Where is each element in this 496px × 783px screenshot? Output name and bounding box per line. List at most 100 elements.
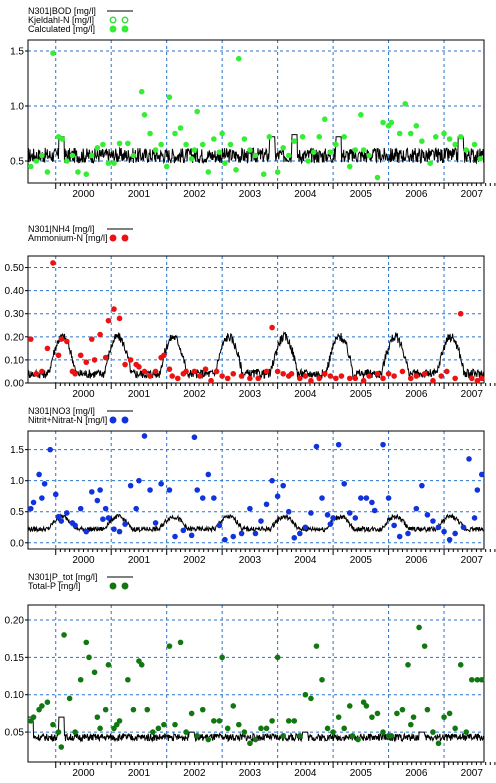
data-point — [327, 521, 334, 527]
data-point — [94, 145, 101, 151]
data-point — [405, 530, 411, 537]
data-point — [297, 733, 303, 739]
data-point — [183, 141, 189, 148]
data-point — [230, 533, 237, 540]
x-tick-label: 2004 — [294, 768, 317, 779]
data-point — [321, 116, 328, 122]
data-point — [258, 725, 264, 732]
data-point — [100, 141, 106, 148]
data-point — [366, 373, 372, 379]
data-point — [125, 140, 131, 147]
data-point — [77, 505, 84, 512]
y-tick-label: 0.40 — [5, 286, 25, 297]
data-point — [341, 725, 348, 732]
y-tick-label: 0.30 — [5, 309, 25, 320]
data-point — [269, 477, 275, 484]
chart-panel-1: 0.5 1.0 1.5 2000 2001 2002 2003 2004 2005 2006 200… — [10, 6, 496, 200]
chart-panel-4: 0.05 0.10 0.15 0.20 2000 2001 2002 2003 2004 2005… — [5, 572, 496, 779]
data-point — [47, 446, 53, 453]
data-point — [374, 710, 381, 717]
data-point — [363, 495, 370, 501]
data-point — [316, 134, 323, 140]
data-point — [174, 375, 181, 382]
data-point — [396, 533, 403, 540]
x-tick-label: 2002 — [183, 189, 206, 200]
data-point — [230, 703, 237, 709]
data-point — [194, 733, 200, 739]
data-point — [446, 136, 453, 142]
data-point — [427, 160, 433, 166]
data-point — [219, 130, 225, 137]
data-point — [111, 160, 117, 166]
data-point — [280, 370, 286, 377]
data-point — [471, 141, 478, 148]
data-point — [177, 125, 184, 131]
data-point — [199, 495, 206, 501]
axis-frame — [27, 255, 485, 384]
data-point — [39, 703, 45, 709]
data-point — [64, 158, 70, 164]
data-point — [471, 515, 478, 521]
data-point — [147, 487, 153, 493]
data-point — [41, 480, 48, 487]
data-point — [430, 377, 436, 384]
data-point — [374, 370, 381, 377]
data-point — [421, 370, 428, 377]
data-point — [374, 174, 381, 181]
data-point — [39, 495, 45, 501]
data-point — [116, 718, 123, 724]
chart-panel-2: 0.00 0.10 0.20 0.30 0.40 0.50 2000 2001 2002 2003… — [5, 224, 496, 400]
data-point — [83, 359, 90, 366]
y-tick-label: 0.10 — [5, 355, 25, 366]
data-point — [388, 733, 395, 739]
y-tick-label: 0.15 — [5, 653, 25, 664]
y-tick-label: 1.0 — [10, 102, 24, 113]
data-point — [202, 366, 209, 372]
data-point — [91, 357, 98, 363]
data-point — [130, 706, 137, 713]
data-point — [355, 736, 361, 743]
data-point — [102, 706, 109, 713]
x-tick-label: 2007 — [461, 768, 484, 779]
data-point — [199, 141, 206, 148]
data-point — [366, 152, 372, 159]
x-tick-label: 2004 — [294, 189, 317, 200]
data-point — [97, 725, 103, 732]
series-line — [27, 331, 485, 380]
x-tick-label: 2005 — [350, 555, 373, 566]
data-point — [380, 441, 386, 448]
data-point — [258, 518, 264, 524]
x-tick-label: 2002 — [183, 389, 206, 400]
data-point — [152, 147, 159, 153]
y-tick-label: 0.20 — [5, 332, 25, 343]
data-point — [324, 725, 331, 732]
data-point — [255, 375, 262, 382]
legend-marker — [109, 416, 117, 424]
data-point — [446, 710, 453, 717]
data-point — [280, 733, 286, 739]
data-point — [59, 136, 66, 142]
y-tick-label: 0.5 — [10, 157, 24, 168]
legend-marker — [109, 25, 117, 33]
data-point — [352, 147, 359, 153]
data-point — [211, 718, 217, 724]
data-point — [241, 729, 248, 735]
data-point — [150, 729, 156, 735]
data-point — [44, 169, 51, 175]
data-point — [39, 368, 45, 375]
data-point — [385, 370, 392, 377]
legend-label: Total-P [mg/l] — [28, 581, 80, 591]
y-tick-label: 1.5 — [10, 47, 24, 58]
data-point — [452, 725, 458, 732]
data-point — [91, 669, 98, 676]
data-point — [432, 134, 439, 140]
data-point — [285, 718, 292, 724]
data-point — [224, 725, 231, 732]
y-tick-label: 0.10 — [5, 690, 25, 701]
data-point — [252, 152, 259, 159]
data-point — [52, 491, 59, 498]
data-point — [102, 354, 109, 361]
data-point — [369, 499, 375, 506]
data-point — [463, 729, 470, 735]
data-point — [330, 515, 336, 521]
